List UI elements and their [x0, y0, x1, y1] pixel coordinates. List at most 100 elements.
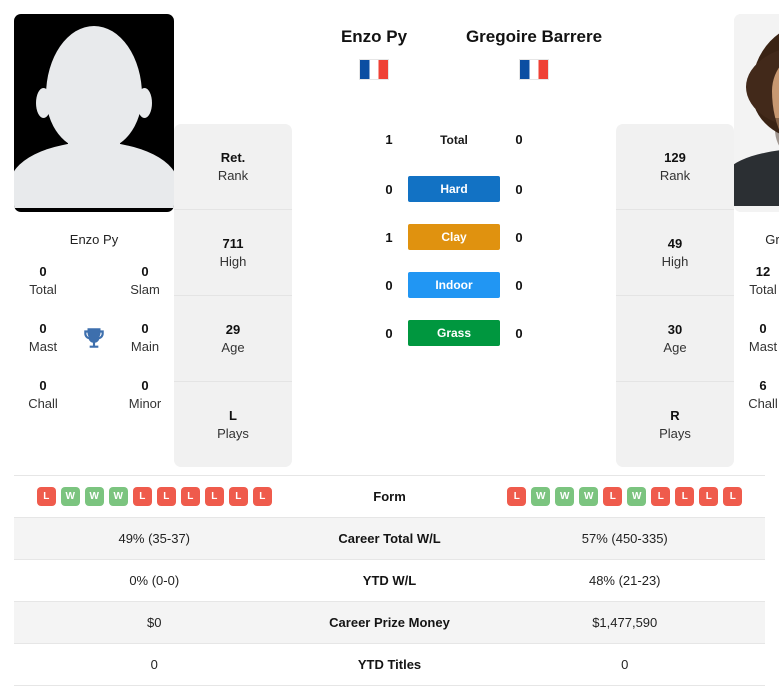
right-plays-label: Plays [659, 426, 691, 442]
right-player-photo-caption: Gregoire Barrere [765, 232, 779, 247]
left-titles-minor-value: 0 [141, 378, 149, 394]
left-titles-chall-value: 0 [39, 378, 47, 394]
right-form-chip: L [507, 487, 527, 506]
table-row-career-wl: 49% (35-37) Career Total W/L 57% (450-33… [14, 518, 765, 560]
left-form-chip: L [252, 487, 272, 506]
left-titles-chall: 0 Chall [14, 377, 72, 412]
left-rank-value: Ret. [220, 149, 246, 165]
right-rank-value: 129 [664, 149, 686, 165]
right-form-chip: W [579, 487, 599, 506]
right-career-wl: 57% (450-335) [581, 531, 668, 546]
left-career-wl: 49% (35-37) [118, 531, 191, 546]
left-titles-mast-label: Mast [28, 338, 58, 354]
left-form-chip: L [132, 487, 152, 506]
row-label-prize-money: Career Prize Money [329, 615, 450, 630]
row-label-form: Form [373, 489, 406, 504]
right-form-chip: L [603, 487, 623, 506]
right-age-value: 30 [667, 321, 683, 337]
player-portrait-image [734, 14, 779, 212]
left-titles-main-value: 0 [141, 321, 149, 337]
head-to-head-column: Enzo Py Gregoire Barrere 1 Total 0 0 Har… [292, 14, 616, 368]
table-row-form: LWWWLLLLLL Form LWWWLWLLLL [14, 476, 765, 518]
left-titles-mast: 0 Mast [14, 320, 72, 355]
right-rank-label: Rank [659, 168, 691, 184]
comparison-table: LWWWLLLLLL Form LWWWLWLLLL 49% (35-37) C… [14, 475, 765, 686]
left-plays-value: L [229, 407, 237, 423]
left-titles-total-label: Total [29, 281, 57, 297]
right-titles-mast-label: Mast [748, 338, 778, 354]
right-stat-age: 30 Age [616, 296, 734, 382]
left-titles-main: 0 Main [116, 320, 174, 355]
right-titles-mast-value: 0 [759, 321, 767, 337]
left-form-chip: L [36, 487, 56, 506]
left-prize-money: $0 [147, 615, 162, 630]
left-form-chip: L [228, 487, 248, 506]
table-row-ytd-wl: 0% (0-0) YTD W/L 48% (21-23) [14, 560, 765, 602]
h2h-row-hard: 0 Hard 0 [294, 176, 614, 203]
left-titles-total-value: 0 [39, 264, 47, 279]
surface-badge-hard[interactable]: Hard [408, 176, 500, 203]
left-player-photo [14, 14, 174, 212]
h2h-left-total: 1 [385, 132, 393, 148]
flag-france-icon [519, 59, 549, 81]
h2h-left-hard: 0 [385, 181, 393, 197]
h2h-row-grass: 0 Grass 0 [294, 320, 614, 347]
left-player-name[interactable]: Enzo Py [294, 26, 454, 47]
right-stat-plays: R Plays [616, 382, 734, 467]
left-player-photo-caption: Enzo Py [69, 232, 119, 247]
h2h-right-hard: 0 [515, 181, 523, 197]
left-titles-chall-label: Chall [28, 395, 58, 411]
left-form-chip: L [156, 487, 176, 506]
right-titles-chall-value: 6 [759, 378, 767, 394]
surface-badge-clay[interactable]: Clay [408, 224, 500, 251]
h2h-left-grass: 0 [385, 325, 393, 341]
left-titles-minor-label: Minor [128, 395, 162, 411]
left-form-chip: W [108, 487, 128, 506]
right-player-card: Gregoire Barrere 12 Total 0 Slam 0 Mast [734, 14, 779, 424]
left-stat-age: 29 Age [174, 296, 292, 382]
left-form-chip: L [204, 487, 224, 506]
h2h-right-total: 0 [515, 132, 523, 148]
right-high-value: 49 [667, 235, 683, 251]
left-stat-high: 711 High [174, 210, 292, 296]
right-ytd-titles: 0 [621, 657, 629, 672]
right-form-strip: LWWWLWLLLL [507, 487, 743, 506]
surface-badge-grass[interactable]: Grass [408, 320, 500, 347]
trophy-icon [72, 325, 116, 351]
right-player-name[interactable]: Gregoire Barrere [454, 26, 614, 47]
right-titles-total-value: 12 [755, 264, 771, 279]
row-label-career-wl: Career Total W/L [338, 531, 441, 546]
left-rank-label: Rank [217, 168, 249, 184]
flag-france-icon [359, 59, 389, 81]
right-plays-value: R [670, 407, 680, 423]
left-stat-plays: L Plays [174, 382, 292, 467]
h2h-left-clay: 1 [385, 229, 393, 245]
left-form-chip: W [84, 487, 104, 506]
player-comparison-header: Enzo Py 0 Total 0 Slam 0 Mast 0 Main 0 C… [0, 0, 779, 467]
right-form-chip: L [675, 487, 695, 506]
left-player-card: Enzo Py 0 Total 0 Slam 0 Mast 0 Main 0 C… [14, 14, 174, 424]
left-form-strip: LWWWLLLLLL [36, 487, 272, 506]
left-age-value: 29 [225, 321, 241, 337]
right-player-photo [734, 14, 779, 212]
left-titles-minor: 0 Minor [116, 377, 174, 412]
right-form-chip: W [555, 487, 575, 506]
right-stat-high: 49 High [616, 210, 734, 296]
left-form-chip: L [180, 487, 200, 506]
left-ytd-titles: 0 [150, 657, 158, 672]
h2h-row-total: 1 Total 0 [294, 132, 614, 147]
left-titles-main-label: Main [130, 338, 160, 354]
right-titles-chall: 6 Chall [734, 377, 779, 412]
table-row-prize-money: $0 Career Prize Money $1,477,590 [14, 602, 765, 644]
right-titles-total-label: Total [749, 281, 777, 297]
table-row-ytd-titles: 0 YTD Titles 0 [14, 644, 765, 686]
left-plays-label: Plays [217, 426, 249, 442]
right-form-chip: L [723, 487, 743, 506]
surface-badge-indoor[interactable]: Indoor [408, 272, 500, 299]
left-form: LWWWLLLLLL [14, 487, 295, 506]
avatar-placeholder-icon [14, 14, 174, 212]
left-titles-slam-value: 0 [141, 264, 149, 279]
right-titles-mast: 0 Mast [734, 320, 779, 355]
left-player-identity: Enzo Py [294, 14, 454, 81]
left-titles-slam-label: Slam [130, 281, 160, 297]
